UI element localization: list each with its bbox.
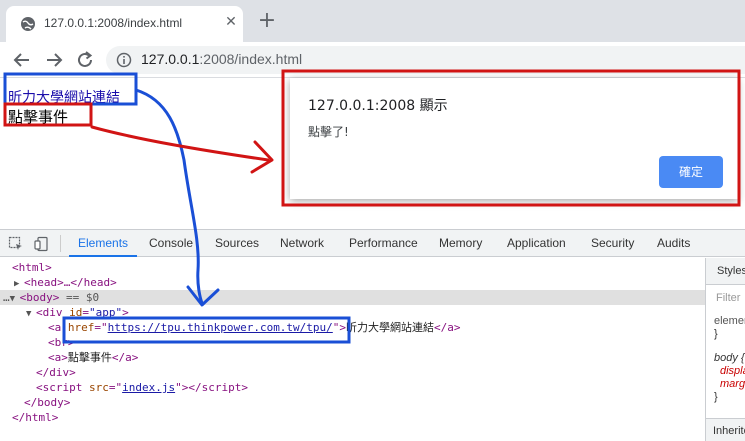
collapse-arrow-icon[interactable]: ▼ <box>26 307 36 322</box>
url-path: :2008/index.html <box>199 51 303 67</box>
dom-node-head[interactable]: ▶ <head>…</head> <box>14 275 117 290</box>
html-close-tag: </html> <box>12 411 59 424</box>
div-attr-name: id <box>69 306 83 319</box>
info-icon[interactable] <box>116 52 132 68</box>
dom-node-html[interactable]: <html> <box>12 260 52 275</box>
tab-audits[interactable]: Audits <box>648 230 699 257</box>
reload-icon[interactable] <box>73 48 97 72</box>
styles-pane: Styles Filter element.style { } body { d… <box>705 258 745 441</box>
forward-icon[interactable] <box>42 48 66 72</box>
elements-tree: <html> ▶ <head>…</head> …▼ <body> == $0 ▼ <… <box>0 258 705 441</box>
dom-node-body-close[interactable]: </body> <box>24 395 70 410</box>
new-tab-button[interactable]: + <box>255 10 279 34</box>
more-dots-icon[interactable]: … <box>0 291 10 304</box>
tab-console[interactable]: Console <box>140 230 202 257</box>
ok-button[interactable]: 確定 <box>659 156 723 188</box>
university-site-link[interactable]: 昕力大學網站連結 <box>8 87 120 107</box>
alert-dialog: 127.0.0.1:2008 顯示 點擊了! 確定 <box>290 78 738 199</box>
tab-sources[interactable]: Sources <box>206 230 268 257</box>
dom-node-div-close[interactable]: </div> <box>36 365 76 380</box>
tab-strip: 127.0.0.1:2008/index.html ✕ + <box>0 0 745 42</box>
tab-title: 127.0.0.1:2008/index.html <box>44 16 183 30</box>
display-property: display: <box>720 365 745 377</box>
browser-toolbar: 127.0.0.1:2008/index.html <box>0 42 745 78</box>
url-text[interactable]: 127.0.0.1:2008/index.html <box>141 51 302 67</box>
dom-node-body[interactable]: …▼ <body> == $0 <box>0 290 705 305</box>
dialog-message: 點擊了! <box>308 125 349 139</box>
browser-tab[interactable]: 127.0.0.1:2008/index.html ✕ <box>6 6 243 42</box>
tab-performance[interactable]: Performance <box>340 230 427 257</box>
back-icon[interactable] <box>10 48 34 72</box>
body-rule-selector: body { <box>714 352 745 364</box>
tab-application[interactable]: Application <box>498 230 575 257</box>
a2-text: 點擊事件 <box>67 351 112 364</box>
collapse-arrow-icon[interactable]: ▼ <box>10 292 20 307</box>
div-close-tag: </div> <box>36 366 76 379</box>
body-close-tag: </body> <box>24 396 71 409</box>
body-open-tag: <body> <box>19 291 60 304</box>
device-toolbar-icon[interactable] <box>34 236 50 252</box>
styles-filter-input[interactable]: Filter <box>708 290 740 306</box>
br-tag: <br> <box>48 336 75 349</box>
dom-node-script[interactable]: <script src="index.js"></script> <box>36 380 248 395</box>
html-open-tag: <html> <box>12 261 52 274</box>
dom-node-a-click[interactable]: <a>點擊事件</a> <box>48 350 138 365</box>
margin-property: margin: <box>720 378 745 390</box>
tab-memory[interactable]: Memory <box>430 230 491 257</box>
head-tag: <head>…</head> <box>24 276 117 289</box>
rule-close-brace: } <box>714 328 718 340</box>
devtools-tab-bar: Elements Console Sources Network Perform… <box>0 230 745 257</box>
selected-marker: == $0 <box>66 291 100 304</box>
div-tag-name: div <box>42 306 63 319</box>
element-style-selector: element.style { <box>714 315 745 327</box>
dom-node-html-close[interactable]: </html> <box>12 410 58 425</box>
inspect-element-icon[interactable] <box>8 236 24 252</box>
close-tab-icon[interactable]: ✕ <box>222 13 240 31</box>
tab-elements[interactable]: Elements <box>69 230 138 257</box>
toolbar-divider <box>60 235 61 252</box>
dom-node-br[interactable]: <br> <box>48 335 75 350</box>
rule-close-brace: } <box>714 391 718 403</box>
href-attr-value[interactable]: https://tpu.thinkpower.com.tw/tpu/ <box>108 321 333 334</box>
click-event-link[interactable]: 點擊事件 <box>8 106 68 127</box>
href-attr-name: href <box>67 321 95 334</box>
dom-node-div[interactable]: ▼ <div id="app"> <box>26 305 129 320</box>
tab-styles[interactable]: Styles <box>706 258 745 285</box>
url-host: 127.0.0.1 <box>141 51 200 67</box>
globe-icon <box>21 17 35 31</box>
dialog-title: 127.0.0.1:2008 顯示 <box>308 98 448 114</box>
tab-network[interactable]: Network <box>271 230 333 257</box>
a1-text: 昕力大學網站連結 <box>346 321 435 334</box>
div-attr-value: "app" <box>89 306 123 319</box>
devtools-panel: Elements Console Sources Network Perform… <box>0 229 745 441</box>
address-bar[interactable]: 127.0.0.1:2008/index.html <box>106 46 745 74</box>
inherited-section: Inherited from <box>706 418 745 441</box>
dom-node-a-link[interactable]: <a href="https://tpu.thinkpower.com.tw/t… <box>48 320 461 335</box>
tab-security[interactable]: Security <box>582 230 643 257</box>
script-src-link[interactable]: index.js <box>122 381 175 394</box>
